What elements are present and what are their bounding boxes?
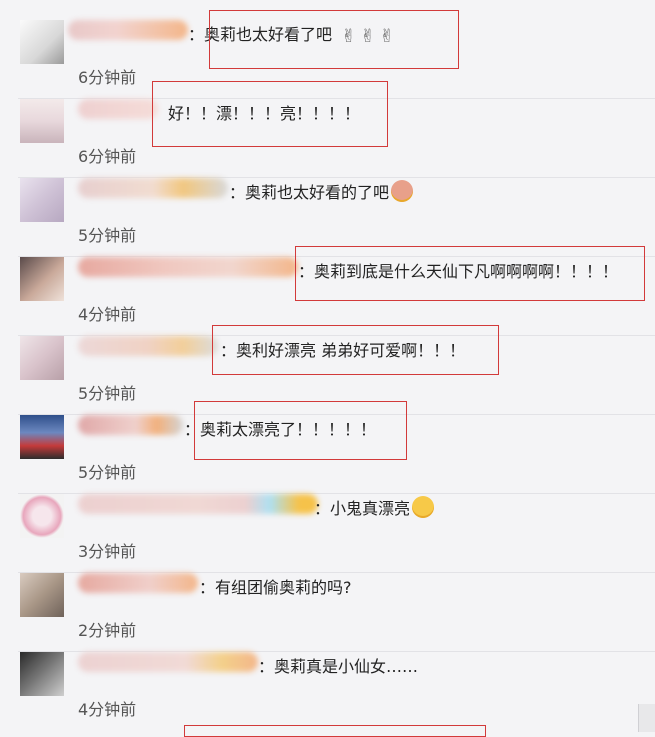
avatar[interactable]: [20, 573, 64, 617]
smiling-face-icon: [412, 496, 435, 518]
username-blurred[interactable]: [78, 415, 183, 435]
avatar[interactable]: [20, 178, 64, 222]
highlight-box: [209, 10, 459, 69]
comment-time: 6分钟前: [78, 147, 137, 166]
scrollbar-corner[interactable]: [638, 704, 655, 732]
comment-time: 3分钟前: [78, 542, 137, 561]
username-blurred[interactable]: [68, 20, 188, 40]
comment-text: 奥莉也太好看的了吧: [245, 183, 390, 202]
avatar[interactable]: [20, 415, 64, 459]
highlight-box: [212, 325, 499, 375]
avatar[interactable]: [20, 20, 64, 64]
colon: ：: [229, 183, 246, 202]
comment-time: 5分钟前: [78, 463, 137, 482]
colon: ：: [199, 578, 216, 597]
username-blurred[interactable]: [78, 336, 218, 356]
colon: ：: [188, 25, 205, 44]
avatar[interactable]: [20, 99, 64, 143]
colon: ：: [314, 499, 331, 518]
avatar[interactable]: [20, 336, 64, 380]
comment-time: 6分钟前: [78, 68, 137, 87]
username-blurred[interactable]: [78, 652, 258, 672]
avatar[interactable]: [20, 652, 64, 696]
comment-line: ：小鬼真漂亮: [314, 496, 435, 522]
username-blurred[interactable]: [78, 573, 198, 593]
comment-text: 有组团偷奥莉的吗?: [215, 578, 352, 597]
username-blurred[interactable]: [78, 494, 318, 514]
username-blurred[interactable]: [78, 257, 298, 277]
comment-time: 4分钟前: [78, 305, 137, 324]
comment-time: 2分钟前: [78, 621, 137, 640]
avatar[interactable]: [20, 257, 64, 301]
username-blurred[interactable]: [78, 178, 228, 198]
blushing-face-icon: [391, 180, 414, 202]
comment-time: 5分钟前: [78, 384, 137, 403]
highlight-box: [295, 246, 645, 301]
comment-time: 5分钟前: [78, 226, 137, 245]
comment-time: 4分钟前: [78, 700, 137, 719]
avatar[interactable]: [20, 494, 64, 538]
highlight-box: [152, 81, 388, 147]
comment-line: ：奥莉也太好看的了吧: [229, 180, 414, 206]
comment-text: 奥莉真是小仙女……: [274, 657, 419, 676]
comment-line: ：有组团偷奥莉的吗?: [199, 575, 352, 601]
comment-item: ：小鬼真漂亮 3分钟前: [0, 494, 655, 573]
colon: ：: [258, 657, 275, 676]
comment-item: ：有组团偷奥莉的吗? 2分钟前: [0, 573, 655, 652]
highlight-box: [194, 401, 407, 460]
comment-item: ：奥莉真是小仙女…… 4分钟前: [0, 652, 655, 731]
username-blurred[interactable]: [78, 99, 158, 119]
highlight-box: [184, 725, 486, 737]
comment-text: 小鬼真漂亮: [330, 499, 411, 518]
comment-line: ：奥莉真是小仙女……: [258, 654, 418, 680]
